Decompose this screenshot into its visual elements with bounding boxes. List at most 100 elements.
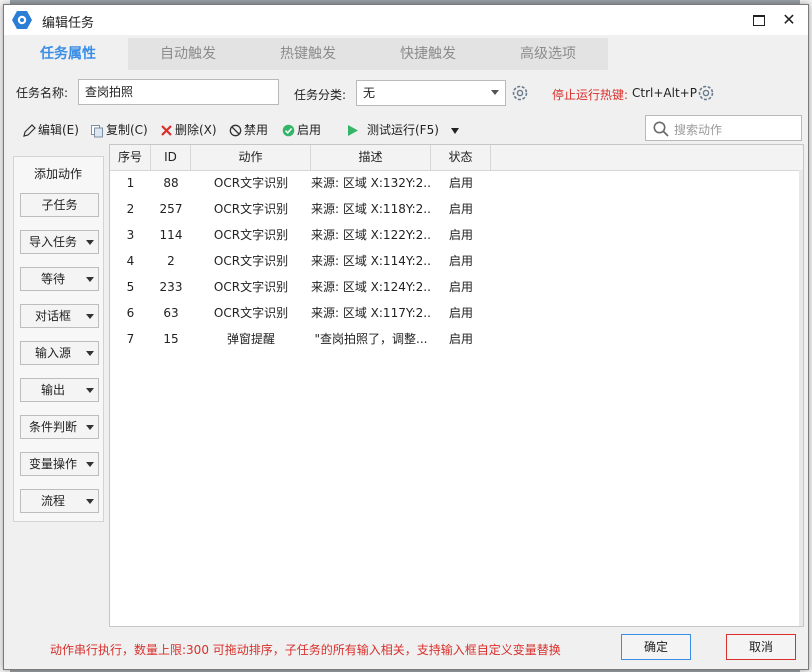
disable-label: 禁用 [244, 123, 269, 137]
import-task-label: 导入任务 [28, 235, 77, 249]
window-title: 编辑任务 [42, 16, 95, 31]
actions-table: 序号 ID 动作 描述 状态 1 88 OCR文字识别 来源: 区域 X:132Y:2… [109, 144, 804, 627]
play-icon [348, 125, 358, 136]
cell-action: OCR文字识别 [213, 254, 289, 268]
add-action-panel: 添加动作 子任务 导入任务 等待 对话框 输入源 输出 条件判断 变量操作 流程 [13, 156, 104, 522]
copy-button[interactable]: 复制(C) [90, 121, 148, 139]
table-header: 序号 ID 动作 描述 状态 [110, 145, 803, 171]
cell-index: 5 [126, 280, 135, 294]
table-row[interactable]: 7 15 弹窗提醒 "查岗拍照了，调整... 启用 [110, 326, 803, 352]
table-row[interactable]: 6 63 OCR文字识别 来源: 区域 X:117Y:2... 启用 [110, 300, 803, 326]
cell-index: 4 [126, 254, 135, 268]
cell-id: 63 [163, 306, 179, 320]
cell-status: 启用 [448, 228, 473, 242]
output-label: 输出 [40, 383, 65, 397]
cell-index: 1 [126, 176, 135, 190]
cell-description: 来源: 区域 X:124Y:2... [311, 280, 431, 294]
cell-index: 7 [126, 332, 135, 346]
dialog-button[interactable]: 对话框 [20, 304, 99, 328]
input-source-button[interactable]: 输入源 [20, 341, 99, 365]
app-logo-icon [12, 11, 32, 29]
tab-bar: 任务属性 自动触发 热键触发 快捷触发 高级选项 [8, 38, 608, 70]
disable-button[interactable]: 禁用 [229, 121, 268, 139]
delete-x-icon [161, 125, 172, 136]
cell-description: "查岗拍照了，调整... [314, 332, 428, 346]
column-header-index[interactable]: 序号 [110, 145, 151, 170]
tab-auto-trigger[interactable]: 自动触发 [128, 38, 248, 70]
copy-label: 复制(C) [106, 123, 148, 137]
search-actions-box[interactable]: 搜索动作 [645, 115, 802, 141]
delete-button[interactable]: 删除(X) [160, 121, 217, 139]
edit-task-dialog: 编辑任务 ✕ 任务属性 自动触发 热键触发 快捷触发 高级选项 任务名称: 查岗… [3, 4, 809, 670]
cell-description: 来源: 区域 X:117Y:2... [311, 306, 431, 320]
footer-hint: 动作串行执行，数量上限:300 可拖动排序，子任务的所有输入相关，支持输入框自定… [50, 643, 561, 657]
cell-action: 弹窗提醒 [226, 332, 275, 346]
cell-action: OCR文字识别 [213, 202, 289, 216]
dropdown-arrow-icon [86, 425, 94, 430]
condition-button[interactable]: 条件判断 [20, 415, 99, 439]
column-header-description[interactable]: 描述 [311, 145, 431, 170]
test-run-button[interactable]: 测试运行(F5) [346, 121, 439, 139]
dropdown-arrow-icon [86, 277, 94, 282]
table-row[interactable]: 5 233 OCR文字识别 来源: 区域 X:124Y:2... 启用 [110, 274, 803, 300]
flow-label: 流程 [40, 494, 65, 508]
task-name-input[interactable]: 查岗拍照 [78, 79, 279, 105]
table-row[interactable]: 3 114 OCR文字识别 来源: 区域 X:122Y:2... 启用 [110, 222, 803, 248]
subtask-button[interactable]: 子任务 [20, 193, 99, 217]
column-header-status[interactable]: 状态 [431, 145, 491, 170]
table-row[interactable]: 1 88 OCR文字识别 来源: 区域 X:132Y:2... 启用 [110, 170, 803, 196]
table-row[interactable]: 4 2 OCR文字识别 来源: 区域 X:114Y:2... 启用 [110, 248, 803, 274]
task-name-label: 任务名称: [16, 86, 69, 100]
import-task-button[interactable]: 导入任务 [20, 230, 99, 254]
hotkey-settings-gear-icon[interactable] [696, 83, 716, 103]
dropdown-arrow-icon [86, 499, 94, 504]
dropdown-arrow-icon [86, 462, 94, 467]
cell-id: 2 [167, 254, 175, 268]
test-run-dropdown[interactable] [450, 121, 460, 139]
enable-label: 启用 [297, 123, 322, 137]
search-placeholder: 搜索动作 [674, 123, 723, 137]
ban-icon [229, 124, 242, 137]
tab-quick-trigger[interactable]: 快捷触发 [368, 38, 488, 70]
stop-hotkey-label: 停止运行热键: [552, 88, 629, 102]
edit-label: 编辑(E) [38, 123, 79, 137]
table-row[interactable]: 2 257 OCR文字识别 来源: 区域 X:118Y:2... 启用 [110, 196, 803, 222]
table-scrollbar[interactable] [799, 170, 803, 626]
cell-description: 来源: 区域 X:122Y:2... [311, 228, 431, 242]
cell-id: 257 [159, 202, 183, 216]
ok-button[interactable]: 确定 [621, 634, 691, 660]
close-button[interactable]: ✕ [776, 9, 802, 31]
tab-task-properties[interactable]: 任务属性 [8, 38, 128, 70]
cell-action: OCR文字识别 [213, 306, 289, 320]
add-action-title: 添加动作 [34, 167, 83, 181]
task-category-select[interactable]: 无 [356, 80, 506, 106]
input-source-label: 输入源 [34, 346, 71, 360]
condition-label: 条件判断 [28, 420, 77, 434]
minimize-button[interactable] [746, 9, 772, 31]
cell-status: 启用 [448, 332, 473, 346]
cell-index: 2 [126, 202, 135, 216]
cell-index: 6 [126, 306, 135, 320]
variable-op-button[interactable]: 变量操作 [20, 452, 99, 476]
task-category-value: 无 [363, 86, 376, 100]
cancel-button[interactable]: 取消 [726, 634, 796, 660]
tab-advanced-options[interactable]: 高级选项 [488, 38, 608, 70]
dropdown-arrow-icon [86, 314, 94, 319]
cell-description: 来源: 区域 X:114Y:2... [311, 254, 431, 268]
dropdown-arrow-icon [86, 240, 94, 245]
cell-id: 15 [163, 332, 179, 346]
cell-status: 启用 [448, 254, 473, 268]
subtask-label: 子任务 [41, 198, 78, 212]
tab-hotkey-trigger[interactable]: 热键触发 [248, 38, 368, 70]
enable-button[interactable]: 启用 [282, 121, 321, 139]
output-button[interactable]: 输出 [20, 378, 99, 402]
column-header-id[interactable]: ID [151, 145, 191, 170]
triangle-down-icon [451, 127, 459, 134]
edit-button[interactable]: 编辑(E) [22, 121, 79, 139]
flow-button[interactable]: 流程 [20, 489, 99, 513]
column-header-action[interactable]: 动作 [191, 145, 311, 170]
chevron-down-icon [491, 90, 499, 95]
wait-button[interactable]: 等待 [20, 267, 99, 291]
category-settings-gear-icon[interactable] [510, 83, 530, 103]
test-run-label: 测试运行(F5) [367, 123, 439, 137]
